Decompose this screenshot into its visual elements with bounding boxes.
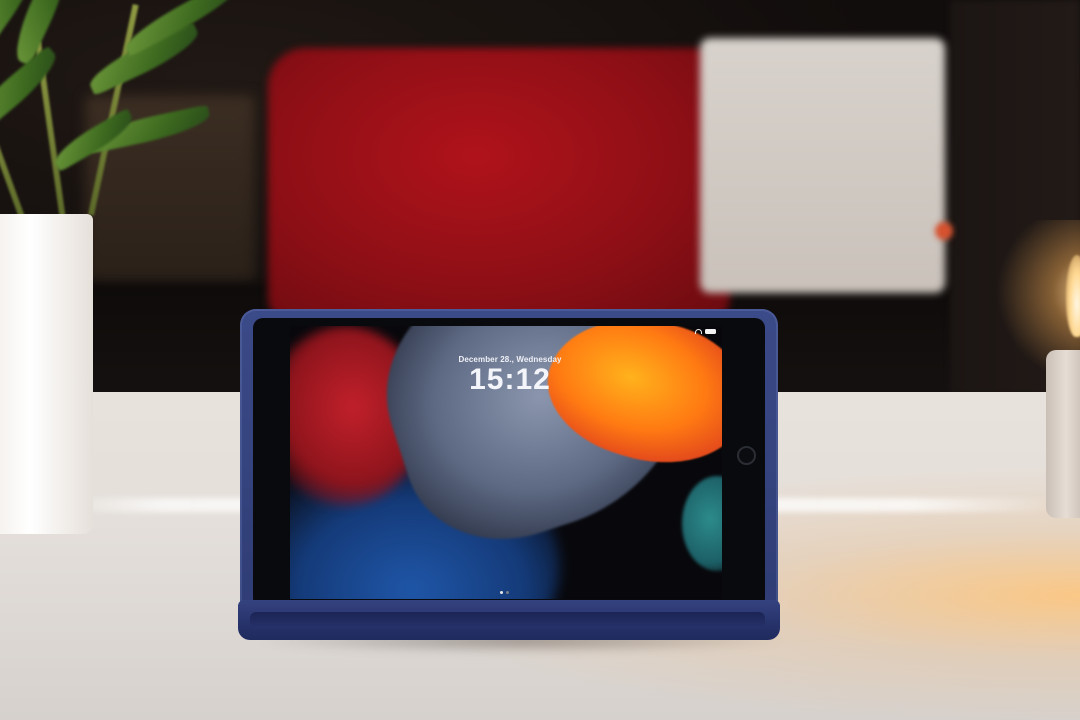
lock-screen-time: 15:12: [469, 363, 551, 396]
plant-pot: [0, 214, 93, 534]
white-box: [700, 38, 945, 293]
tablet-screen[interactable]: December 28., Wednesday 15:12: [290, 326, 722, 599]
page-dot: [500, 591, 503, 594]
battery-icon: [705, 328, 716, 334]
wallpaper-teal-shape: [682, 476, 722, 571]
page-indicator: [500, 591, 509, 594]
wifi-icon: [695, 328, 702, 334]
home-button[interactable]: [737, 446, 756, 465]
status-bar: [695, 328, 716, 334]
photo-scene: December 28., Wednesday 15:12: [0, 0, 1080, 720]
red-chair: [268, 48, 730, 318]
page-dot: [506, 591, 509, 594]
candle-flame: [1066, 255, 1080, 337]
candle: [1046, 350, 1080, 518]
rack-light: [935, 222, 953, 240]
case-pencil-groove: [250, 612, 765, 628]
